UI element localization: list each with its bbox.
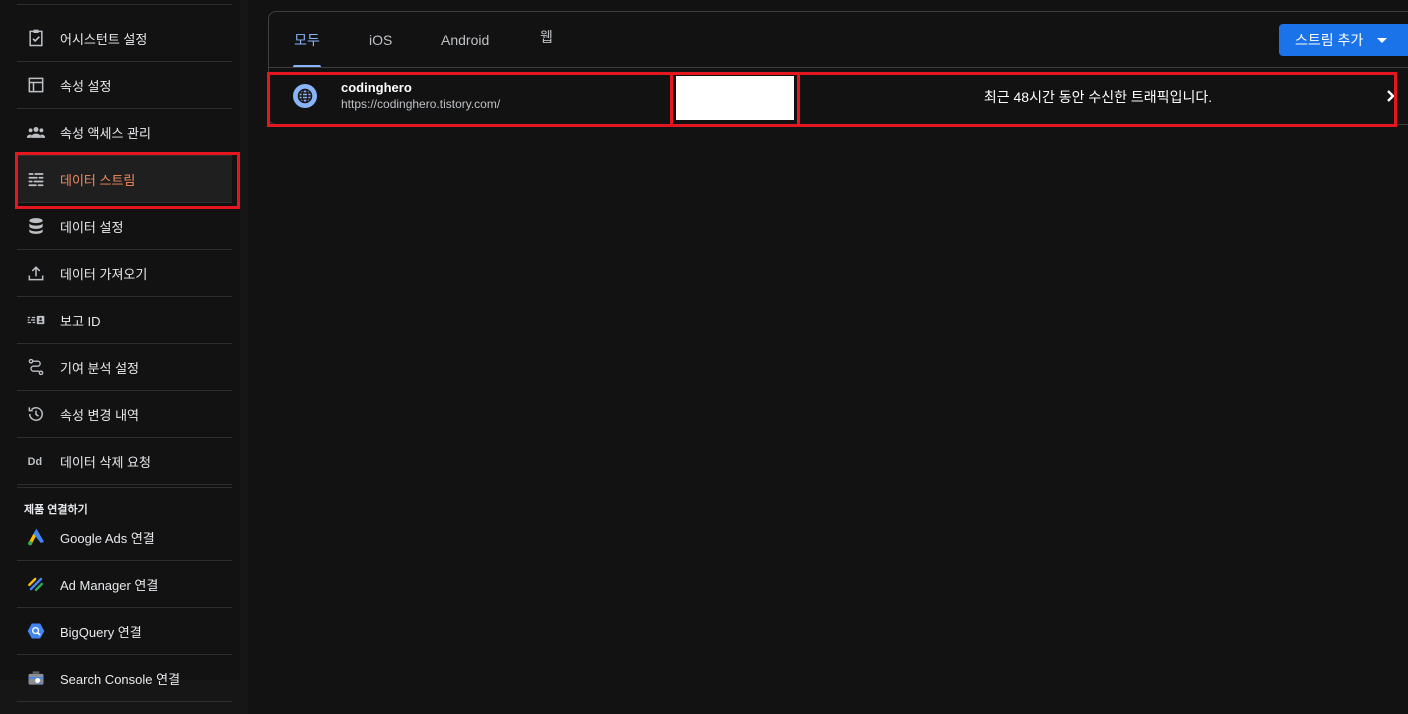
sidebar-item-label: 속성 액세스 관리 bbox=[60, 125, 151, 141]
sidebar-item-attribution-settings[interactable]: 기여 분석 설정 bbox=[17, 344, 232, 391]
divider bbox=[17, 487, 232, 488]
sidebar-item-access-management[interactable]: 속성 액세스 관리 bbox=[17, 109, 232, 156]
upload-icon bbox=[17, 263, 55, 283]
svg-text:Dd: Dd bbox=[28, 456, 42, 468]
sidebar-item-label: 속성 변경 내역 bbox=[60, 407, 139, 423]
clipboard-check-icon bbox=[17, 28, 55, 48]
history-icon bbox=[17, 404, 55, 424]
tab-label: Android bbox=[441, 31, 490, 48]
sidebar-item-label: 보고 ID bbox=[60, 313, 101, 329]
google-ads-icon bbox=[17, 527, 55, 547]
highlight-box bbox=[15, 152, 240, 209]
bigquery-icon bbox=[17, 621, 55, 641]
add-stream-button[interactable]: 스트림 추가 bbox=[1279, 24, 1408, 56]
sidebar-item-label: 데이터 가져오기 bbox=[60, 266, 148, 282]
sidebar-item-assistant-settings[interactable]: 어시스턴트 설정 bbox=[17, 15, 232, 62]
sidebar-item-label: 속성 설정 bbox=[60, 78, 112, 94]
tab-label: 웹 bbox=[540, 28, 553, 45]
tab-all[interactable]: 모두 bbox=[293, 11, 321, 68]
sidebar-item-label: 데이터 삭제 요청 bbox=[60, 454, 151, 470]
tab-android[interactable]: Android bbox=[441, 11, 501, 68]
tab-label: 모두 bbox=[294, 31, 320, 48]
people-icon bbox=[17, 122, 55, 142]
sidebar-item-data-import[interactable]: 데이터 가져오기 bbox=[17, 250, 232, 297]
sidebar-item-change-history[interactable]: 속성 변경 내역 bbox=[17, 391, 232, 438]
sidebar-item-property-settings[interactable]: 속성 설정 bbox=[17, 62, 232, 109]
sidebar-item-data-deletion[interactable]: Dd 데이터 삭제 요청 bbox=[17, 438, 232, 485]
divider bbox=[17, 4, 232, 5]
reporting-id-icon bbox=[17, 310, 55, 330]
sidebar-item-label: Ad Manager 연결 bbox=[60, 577, 159, 593]
sidebar-item-label: 데이터 설정 bbox=[60, 219, 124, 235]
sidebar-item-label: Google Ads 연결 bbox=[60, 530, 155, 546]
sidebar-link-google-ads[interactable]: Google Ads 연결 bbox=[17, 514, 232, 561]
ad-manager-icon bbox=[17, 574, 55, 594]
sidebar-item-label: 어시스턴트 설정 bbox=[60, 31, 148, 47]
property-frame-icon bbox=[17, 75, 55, 95]
tab-label: iOS bbox=[369, 31, 393, 48]
sidebar-link-search-console[interactable]: Search Console 연결 bbox=[17, 655, 232, 702]
tab-web[interactable]: 웹 bbox=[540, 8, 560, 65]
sidebar-item-data-settings[interactable]: 데이터 설정 bbox=[17, 203, 232, 250]
highlight-box bbox=[670, 72, 800, 127]
tab-ios[interactable]: iOS bbox=[369, 11, 399, 68]
sidebar-link-ad-manager[interactable]: Ad Manager 연결 bbox=[17, 561, 232, 608]
data-deletion-icon: Dd bbox=[17, 451, 55, 471]
sidebar-item-label: 기여 분석 설정 bbox=[60, 360, 139, 376]
attribution-path-icon bbox=[17, 357, 55, 377]
highlight-box bbox=[797, 72, 1397, 127]
search-console-icon bbox=[17, 668, 55, 688]
sidebar-item-label: BigQuery 연결 bbox=[60, 624, 142, 640]
sidebar-item-reporting-id[interactable]: 보고 ID bbox=[17, 297, 232, 344]
divider bbox=[268, 67, 1408, 68]
database-icon bbox=[17, 216, 55, 236]
add-stream-label: 스트림 추가 bbox=[1295, 32, 1364, 48]
highlight-box bbox=[267, 72, 673, 127]
sidebar-link-bigquery[interactable]: BigQuery 연결 bbox=[17, 608, 232, 655]
caret-down-icon bbox=[1377, 37, 1388, 43]
sidebar-item-label: Search Console 연결 bbox=[60, 671, 181, 687]
